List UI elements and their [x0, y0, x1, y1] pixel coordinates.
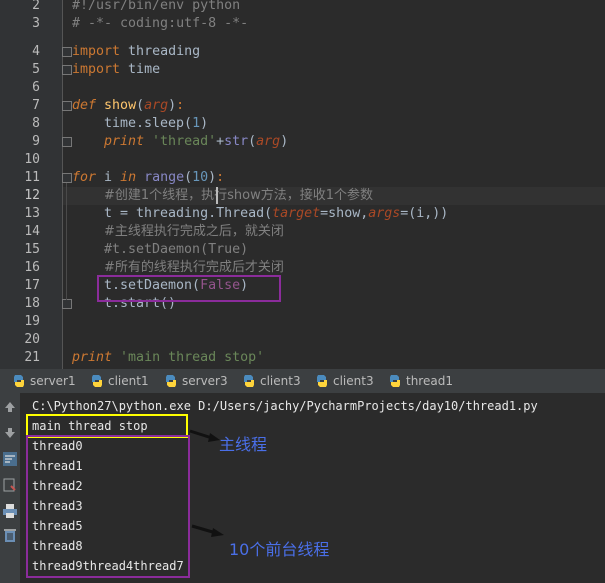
scroll-down-icon[interactable] — [2, 425, 18, 441]
line-number: 18 — [24, 296, 40, 311]
code-line: #创建1个线程，执行show方法，接收1个参数 — [104, 188, 374, 203]
line-number: 8 — [32, 116, 40, 131]
fold-marker-icon[interactable] — [62, 173, 72, 183]
code-line: #主线程执行完成之后，就关闭 — [104, 224, 284, 239]
line-number: 13 — [24, 206, 40, 221]
code-editor[interactable]: 2 3 4 5 6 7 8 9 10 11 12 13 14 15 16 17 … — [0, 0, 605, 369]
line-number: 2 — [32, 0, 40, 13]
code-line: import threading — [72, 44, 201, 59]
arrow-icon — [191, 524, 224, 537]
scroll-up-icon[interactable] — [2, 399, 18, 415]
python-run-icon — [166, 375, 176, 387]
soft-wrap-icon[interactable] — [2, 451, 18, 467]
run-tab-client3[interactable]: client3 — [240, 369, 301, 393]
code-line: #t.setDaemon(True) — [104, 242, 249, 257]
fold-guide — [66, 183, 67, 300]
console-command-line: C:\Python27\python.exe D:/Users/jachy/Py… — [32, 399, 538, 413]
text-cursor — [216, 187, 218, 204]
fold-marker-icon[interactable] — [62, 101, 72, 111]
run-tab-client3-2[interactable]: client3 — [313, 369, 374, 393]
code-line: def show(arg): — [72, 98, 185, 113]
code-line: #!/usr/bin/env python — [72, 0, 241, 13]
line-number: 11 — [24, 170, 40, 185]
tab-label: server3 — [182, 374, 228, 388]
line-number: 12 — [24, 188, 40, 203]
run-tab-server1[interactable]: server1 — [10, 369, 76, 393]
fold-marker-icon[interactable] — [62, 137, 72, 147]
code-line: time.sleep(1) — [104, 116, 209, 131]
foreground-threads-highlight-box — [26, 435, 190, 578]
code-line: print 'main thread stop' — [72, 350, 265, 365]
code-line: import time — [72, 62, 161, 77]
fold-marker-icon[interactable] — [62, 47, 72, 57]
run-tab-client1[interactable]: client1 — [88, 369, 149, 393]
fold-marker-icon[interactable] — [62, 65, 72, 75]
print-icon[interactable] — [2, 503, 18, 519]
setdaemon-highlight-box — [97, 275, 281, 302]
line-number: 21 — [24, 350, 40, 365]
foreground-threads-annotation: 10个前台线程 — [229, 540, 330, 559]
line-number: 7 — [32, 98, 40, 113]
code-line: print 'thread'+str(arg) — [104, 134, 289, 149]
run-tab-bar: server1 client1 server3 client3 client3 … — [0, 369, 605, 394]
tab-label: server1 — [30, 374, 76, 388]
line-number: 16 — [24, 260, 40, 275]
run-console-output[interactable]: C:\Python27\python.exe D:/Users/jachy/Py… — [22, 393, 605, 583]
line-number: 6 — [32, 80, 40, 95]
fold-marker-icon[interactable] — [62, 299, 72, 309]
run-tab-server3[interactable]: server3 — [162, 369, 228, 393]
python-run-icon — [390, 375, 400, 387]
tab-label: client3 — [260, 374, 301, 388]
python-run-icon — [244, 375, 254, 387]
scroll-to-end-icon[interactable] — [2, 477, 18, 493]
line-number: 17 — [24, 278, 40, 293]
line-number: 19 — [24, 314, 40, 329]
code-line: # -*- coding:utf-8 -*- — [72, 16, 249, 31]
clear-all-icon[interactable] — [2, 527, 18, 543]
main-thread-annotation: 主线程 — [219, 435, 268, 454]
line-number: 4 — [32, 44, 40, 59]
python-run-icon — [317, 375, 327, 387]
line-number: 10 — [24, 152, 40, 167]
tab-label: thread1 — [406, 374, 453, 388]
line-number: 9 — [32, 134, 40, 149]
line-number: 15 — [24, 242, 40, 257]
line-number: 3 — [32, 16, 40, 31]
run-toolbar — [0, 393, 20, 583]
code-line: t = threading.Thread(target=show,args=(i… — [104, 206, 449, 221]
line-number: 14 — [24, 224, 40, 239]
arrow-icon — [189, 429, 220, 442]
code-line: for i in range(10): — [72, 170, 225, 185]
tab-label: client3 — [333, 374, 374, 388]
run-tab-thread1[interactable]: thread1 — [386, 369, 453, 393]
line-number: 5 — [32, 62, 40, 77]
python-run-icon — [92, 375, 102, 387]
python-run-icon — [14, 375, 24, 387]
tab-label: client1 — [108, 374, 149, 388]
line-number: 20 — [24, 332, 40, 347]
